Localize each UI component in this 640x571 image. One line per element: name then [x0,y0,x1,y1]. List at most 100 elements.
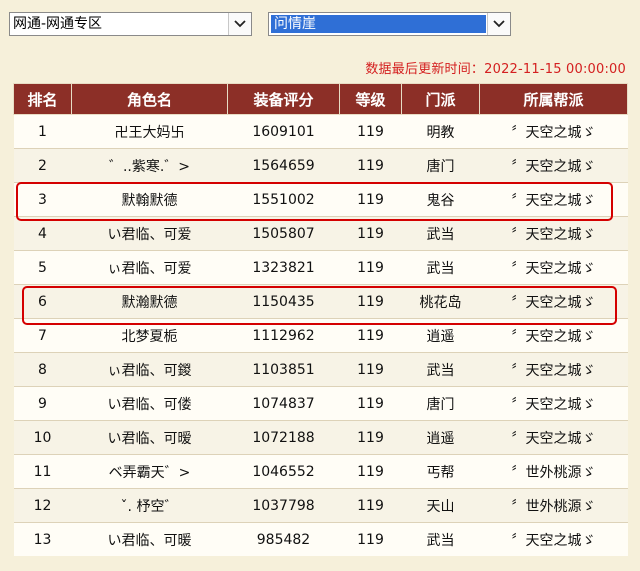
equipment-score-cell: 1564659 [227,148,340,183]
table-row: 12 ˇ. 杼空゛ 1037798 119 天山 〞世外桃源ゞ [13,488,628,523]
equipment-score-cell: 1150435 [227,284,340,319]
character-name-cell[interactable]: ぃ君临、可爱 [71,250,228,285]
equipment-score-cell: 1103851 [227,352,340,387]
equipment-score-cell: 1074837 [227,386,340,421]
level-cell: 119 [339,148,402,183]
rank-cell: 4 [13,216,72,251]
school-cell: 逍遥 [401,318,480,353]
header-rank[interactable]: 排名 [13,83,72,115]
header-school[interactable]: 门派 [401,83,480,115]
school-cell: 天山 [401,488,480,523]
equipment-score-cell: 1072188 [227,420,340,455]
rank-cell: 2 [13,148,72,183]
level-cell: 119 [339,284,402,319]
table-row: 10 い君临、可暧 1072188 119 逍遥 〞天空之城ゞ [13,420,628,455]
guild-cell: 〞世外桃源ゞ [479,454,628,489]
guild-cell: 〞世外桃源ゞ [479,488,628,523]
guild-cell: 〞天空之城ゞ [479,420,628,455]
table-header-row: 排名 角色名 装备评分 等级 门派 所属帮派 [13,83,628,115]
rank-cell: 7 [13,318,72,353]
guild-cell: 〞天空之城ゞ [479,284,628,319]
rank-cell: 5 [13,250,72,285]
table-row: 5 ぃ君临、可爱 1323821 119 武当 〞天空之城ゞ [13,250,628,285]
table-row: 13 い君临、可暖 985482 119 武当 〞天空之城ゞ [13,522,628,556]
rank-cell: 11 [13,454,72,489]
server-select-value: 网通-网通专区 [13,16,103,32]
header-level[interactable]: 等级 [339,83,402,115]
character-name-cell[interactable]: ベ弄霸天゛> [71,454,228,489]
guild-cell: 〞天空之城ゞ [479,352,628,387]
header-guild[interactable]: 所属帮派 [479,83,628,115]
rank-cell: 3 [13,182,72,217]
character-name-cell[interactable]: い君临、可暧 [71,420,228,455]
school-cell: 唐门 [401,386,480,421]
equipment-score-cell: 1323821 [227,250,340,285]
character-name-cell[interactable]: ぃ君临、可鍐 [71,352,228,387]
level-cell: 119 [339,420,402,455]
guild-cell: 〞天空之城ゞ [479,216,628,251]
school-cell: 武当 [401,522,480,556]
school-cell: 逍遥 [401,420,480,455]
level-cell: 119 [339,386,402,421]
character-name-cell[interactable]: 默翰默德 [71,182,228,217]
level-cell: 119 [339,318,402,353]
guild-cell: 〞天空之城ゞ [479,386,628,421]
rank-cell: 9 [13,386,72,421]
school-cell: 明教 [401,114,480,149]
school-cell: 丐帮 [401,454,480,489]
rank-cell: 12 [13,488,72,523]
character-name-cell[interactable]: い君临、可爱 [71,216,228,251]
ranking-table: 排名 角色名 装备评分 等级 门派 所属帮派 1 卍王大妈卐 1609101 119 明… [13,83,628,556]
level-cell: 119 [339,216,402,251]
realm-select-value: 问情崖 [271,15,486,33]
table-row: 3 默翰默德 1551002 119 鬼谷 〞天空之城ゞ [13,182,628,217]
table-row: 6 默瀚默德 1150435 119 桃花岛 〞天空之城ゞ [13,284,628,319]
table-row: 8 ぃ君临、可鍐 1103851 119 武当 〞天空之城ゞ [13,352,628,387]
rank-cell: 8 [13,352,72,387]
level-cell: 119 [339,250,402,285]
level-cell: 119 [339,454,402,489]
character-name-cell[interactable]: 卍王大妈卐 [71,114,228,149]
level-cell: 119 [339,352,402,387]
level-cell: 119 [339,114,402,149]
character-name-cell[interactable]: ゛..紫寒.゛> [71,148,228,183]
level-cell: 119 [339,522,402,556]
server-select[interactable]: 网通-网通专区 [9,12,252,36]
table-row: 9 い君临、可偻 1074837 119 唐门 〞天空之城ゞ [13,386,628,421]
guild-cell: 〞天空之城ゞ [479,522,628,556]
guild-cell: 〞天空之城ゞ [479,182,628,217]
chevron-down-icon[interactable] [487,13,510,35]
equipment-score-cell: 1046552 [227,454,340,489]
table-row: 7 北梦夏栀 1112962 119 逍遥 〞天空之城ゞ [13,318,628,353]
guild-cell: 〞天空之城ゞ [479,114,628,149]
rank-cell: 10 [13,420,72,455]
school-cell: 武当 [401,352,480,387]
header-character-name[interactable]: 角色名 [71,83,228,115]
rank-cell: 6 [13,284,72,319]
rank-cell: 1 [13,114,72,149]
table-row: 1 卍王大妈卐 1609101 119 明教 〞天空之城ゞ [13,114,628,149]
header-equipment-score[interactable]: 装备评分 [227,83,340,115]
guild-cell: 〞天空之城ゞ [479,318,628,353]
rank-cell: 13 [13,522,72,556]
school-cell: 鬼谷 [401,182,480,217]
school-cell: 武当 [401,216,480,251]
character-name-cell[interactable]: 默瀚默德 [71,284,228,319]
chevron-down-icon[interactable] [228,13,251,35]
guild-cell: 〞天空之城ゞ [479,148,628,183]
school-cell: 桃花岛 [401,284,480,319]
level-cell: 119 [339,182,402,217]
character-name-cell[interactable]: ˇ. 杼空゛ [71,488,228,523]
level-cell: 119 [339,488,402,523]
character-name-cell[interactable]: 北梦夏栀 [71,318,228,353]
character-name-cell[interactable]: い君临、可偻 [71,386,228,421]
table-row: 2 ゛..紫寒.゛> 1564659 119 唐门 〞天空之城ゞ [13,148,628,183]
character-name-cell[interactable]: い君临、可暖 [71,522,228,556]
equipment-score-cell: 1037798 [227,488,340,523]
school-cell: 武当 [401,250,480,285]
last-update-text: 数据最后更新时间：2022-11-15 00:00:00 [365,62,626,77]
table-row: 11 ベ弄霸天゛> 1046552 119 丐帮 〞世外桃源ゞ [13,454,628,489]
equipment-score-cell: 985482 [227,522,340,556]
equipment-score-cell: 1551002 [227,182,340,217]
realm-select[interactable]: 问情崖 [268,12,511,36]
